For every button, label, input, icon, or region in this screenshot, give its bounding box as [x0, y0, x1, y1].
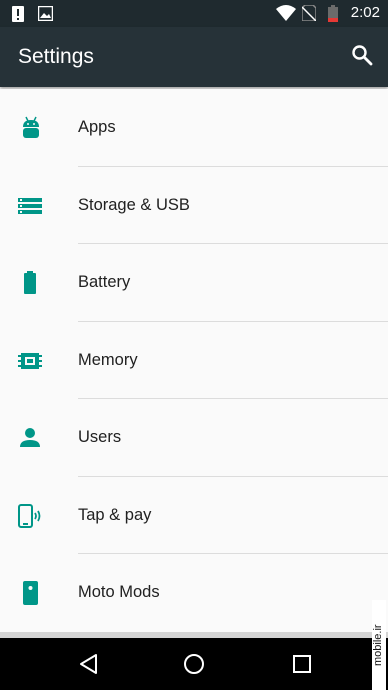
recents-icon[interactable]: [289, 651, 315, 677]
settings-item-label: Moto Mods: [78, 583, 160, 601]
storage-icon: [18, 197, 42, 214]
battery-low-icon: [328, 5, 338, 22]
tap-pay-icon: [18, 503, 41, 528]
image-icon: [38, 6, 53, 21]
search-icon[interactable]: [350, 43, 374, 67]
settings-item-label: Storage & USB: [78, 195, 190, 214]
home-icon[interactable]: [181, 651, 207, 677]
memory-chip-icon: [18, 352, 42, 369]
status-bar: 2:02: [0, 0, 388, 27]
page-title: Settings: [18, 45, 94, 68]
navigation-bar: [0, 638, 388, 690]
moto-mods-icon: [23, 581, 38, 605]
settings-list: Apps Storage & USB Battery Memory Users …: [0, 89, 388, 632]
settings-item-label: Memory: [78, 350, 138, 369]
app-bar: Settings: [0, 27, 388, 87]
person-icon: [20, 428, 40, 447]
alert-icon: [12, 6, 24, 22]
settings-item-label: Apps: [78, 118, 116, 136]
settings-item-label: Users: [78, 428, 122, 446]
settings-item-memory[interactable]: Memory: [0, 322, 388, 399]
settings-item-users[interactable]: Users: [0, 399, 388, 477]
android-icon: [23, 116, 39, 138]
settings-item-tap-pay[interactable]: Tap & pay: [0, 477, 388, 554]
watermark-logo: mobile.ir: [372, 600, 386, 690]
no-sim-icon: [302, 5, 316, 21]
status-clock: 2:02: [350, 4, 380, 21]
wifi-icon: [276, 5, 296, 21]
settings-item-moto-mods[interactable]: Moto Mods: [0, 554, 388, 632]
settings-item-battery[interactable]: Battery: [0, 244, 388, 322]
settings-item-storage[interactable]: Storage & USB: [0, 167, 388, 244]
battery-icon: [24, 271, 36, 294]
settings-item-label: Battery: [78, 273, 131, 291]
back-icon[interactable]: [76, 651, 102, 677]
settings-item-label: Tap & pay: [78, 505, 152, 524]
settings-item-apps[interactable]: Apps: [0, 89, 388, 167]
